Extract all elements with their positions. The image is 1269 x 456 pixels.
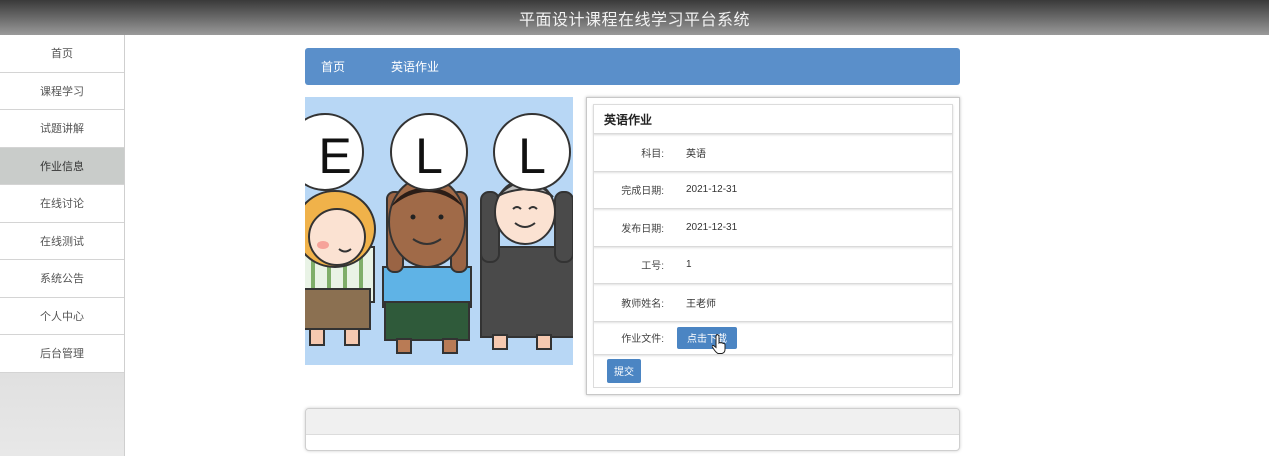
sidebar-item-label: 个人中心 bbox=[40, 310, 84, 323]
field-label: 教师姓名: bbox=[621, 298, 664, 310]
sidebar-item-label: 后台管理 bbox=[40, 348, 84, 361]
sidebar-item-label: 作业信息 bbox=[40, 160, 84, 173]
field-value: 2021-12-31 bbox=[686, 221, 738, 233]
field-value: 王老师 bbox=[686, 298, 716, 310]
field-label: 完成日期: bbox=[621, 186, 664, 198]
detail-row-homework-file: 作业文件: 点击下载 bbox=[593, 321, 953, 355]
detail-row-teacher-name: 教师姓名: 王老师 bbox=[593, 284, 953, 322]
sidebar-item-label: 在线讨论 bbox=[40, 198, 84, 211]
cartoon-kids-holding-letters-image: E L L bbox=[305, 97, 573, 365]
breadcrumb-current[interactable]: 英语作业 bbox=[391, 58, 439, 75]
sidebar-item-label: 在线测试 bbox=[40, 235, 84, 248]
sidebar-item-label: 首页 bbox=[51, 48, 73, 61]
sidebar-item-online-discussion[interactable]: 在线讨论 bbox=[0, 185, 124, 223]
hand-cursor-icon bbox=[712, 334, 726, 354]
homework-illustration: E L L bbox=[305, 97, 573, 365]
app-header: 平面设计课程在线学习平台系统 bbox=[0, 0, 1269, 35]
sidebar-item-homework-info[interactable]: 作业信息 bbox=[0, 147, 124, 185]
homework-detail-panel: 英语作业 科目: 英语 完成日期: 2021-12-31 发布日期: 2021-… bbox=[586, 97, 960, 395]
sidebar-item-online-test[interactable]: 在线测试 bbox=[0, 222, 124, 260]
field-value: 1 bbox=[686, 259, 692, 271]
sidebar-item-admin[interactable]: 后台管理 bbox=[0, 335, 124, 373]
app-title: 平面设计课程在线学习平台系统 bbox=[518, 11, 750, 29]
letter-l: L bbox=[415, 128, 443, 184]
sidebar-item-question-explanation[interactable]: 试题讲解 bbox=[0, 110, 124, 148]
detail-row-publish-date: 发布日期: 2021-12-31 bbox=[593, 209, 953, 247]
download-button[interactable]: 点击下载 bbox=[677, 326, 737, 349]
sidebar-item-home[interactable]: 首页 bbox=[0, 35, 124, 73]
sidebar: 首页 课程学习 试题讲解 作业信息 在线讨论 在线测试 系统公告 个人中心 后台… bbox=[0, 35, 125, 456]
field-label: 发布日期: bbox=[621, 223, 664, 235]
detail-row-staff-id: 工号: 1 bbox=[593, 246, 953, 284]
field-label: 工号: bbox=[641, 261, 664, 273]
field-value: 英语 bbox=[686, 148, 706, 160]
field-label: 作业文件: bbox=[621, 334, 664, 345]
sidebar-item-personal-center[interactable]: 个人中心 bbox=[0, 297, 124, 335]
letter-l: L bbox=[518, 128, 546, 184]
field-value: 2021-12-31 bbox=[686, 184, 738, 196]
detail-row-subject: 科目: 英语 bbox=[593, 134, 953, 172]
detail-title: 英语作业 bbox=[593, 104, 953, 134]
sidebar-item-course-study[interactable]: 课程学习 bbox=[0, 72, 124, 110]
sidebar-item-label: 课程学习 bbox=[40, 85, 84, 98]
bottom-panel-header bbox=[306, 409, 959, 435]
detail-row-due-date: 完成日期: 2021-12-31 bbox=[593, 171, 953, 209]
submit-button[interactable]: 提交 bbox=[607, 358, 641, 383]
sidebar-item-announcements[interactable]: 系统公告 bbox=[0, 260, 124, 298]
sidebar-item-label: 试题讲解 bbox=[40, 123, 84, 136]
sidebar-item-label: 系统公告 bbox=[40, 273, 84, 286]
letter-e: E bbox=[318, 128, 351, 184]
breadcrumb: 首页 英语作业 bbox=[305, 48, 960, 85]
submit-row: 提交 bbox=[593, 354, 953, 388]
field-label: 科目: bbox=[641, 148, 664, 160]
breadcrumb-home-link[interactable]: 首页 bbox=[321, 58, 345, 75]
bottom-panel bbox=[305, 408, 960, 451]
